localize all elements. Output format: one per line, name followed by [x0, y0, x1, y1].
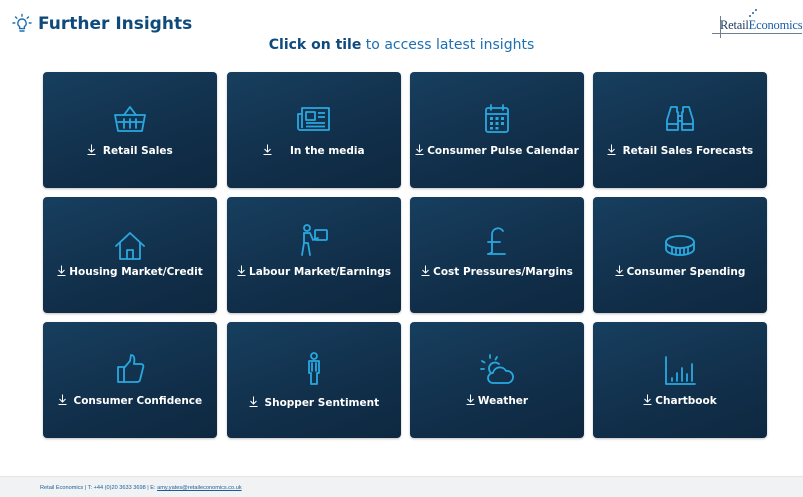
logo-text-part2: Economics — [748, 18, 803, 32]
download-icon — [421, 265, 430, 276]
tile-label: Consumer Spending — [593, 265, 767, 278]
thumbs-up-icon — [112, 352, 148, 386]
tile-consumer-spending[interactable]: Consumer Spending — [593, 197, 767, 313]
footer-text: Retail Economics | T: +44 (0)20 3633 369… — [40, 485, 158, 491]
page-subtitle: Click on tile to access latest insights — [0, 37, 803, 53]
tile-label: Consumer Confidence — [43, 394, 217, 407]
tile-retail-sales[interactable]: Retail Sales — [43, 72, 217, 188]
page-title: Further Insights — [38, 14, 193, 34]
download-icon — [57, 265, 66, 276]
tile-label: Weather — [410, 394, 584, 407]
coin-icon — [662, 229, 698, 263]
download-icon — [615, 265, 624, 276]
tile-label: Labour Market/Earnings — [227, 265, 401, 278]
tile-chartbook[interactable]: Chartbook — [593, 322, 767, 438]
tile-weather[interactable]: Weather — [410, 322, 584, 438]
tile-label: Chartbook — [593, 394, 767, 407]
binoculars-icon — [662, 102, 698, 136]
tile-consumer-confidence[interactable]: Consumer Confidence — [43, 322, 217, 438]
lightbulb-icon — [12, 13, 32, 35]
footer-email-link[interactable]: amy.yates@retaileconomics.co.uk — [157, 485, 242, 491]
calendar-icon — [479, 102, 515, 136]
subtitle-rest: to access latest insights — [361, 37, 535, 53]
retail-economics-logo: RetailEconomics — [712, 8, 803, 38]
download-icon — [237, 265, 246, 276]
footer-contact: Retail Economics | T: +44 (0)20 3633 369… — [40, 485, 242, 491]
tile-housing-market-credit[interactable]: Housing Market/Credit — [43, 197, 217, 313]
tile-label: Shopper Sentiment — [227, 396, 401, 409]
download-icon — [249, 396, 258, 407]
download-icon — [415, 144, 424, 155]
weather-icon — [479, 353, 515, 387]
tile-shopper-sentiment[interactable]: Shopper Sentiment — [227, 322, 401, 438]
tile-in-the-media[interactable]: In the media — [227, 72, 401, 188]
tile-label: Retail Sales — [43, 144, 217, 157]
tile-label: Consumer Pulse Calendar — [410, 144, 584, 157]
download-icon — [466, 394, 475, 405]
worker-icon — [296, 223, 332, 257]
page-header: Further Insights — [12, 12, 192, 36]
basket-icon — [112, 102, 148, 136]
download-icon — [643, 394, 652, 405]
subtitle-strong: Click on tile — [268, 37, 362, 53]
tile-label: Retail Sales Forecasts — [593, 144, 767, 157]
bar-chart-icon — [662, 354, 698, 388]
tile-labour-market-earnings[interactable]: Labour Market/Earnings — [227, 197, 401, 313]
footer: Retail Economics | T: +44 (0)20 3633 369… — [0, 476, 803, 497]
tile-consumer-pulse-calendar[interactable]: Consumer Pulse Calendar — [410, 72, 584, 188]
tile-label: Cost Pressures/Margins — [410, 265, 584, 278]
download-icon — [87, 144, 96, 155]
newspaper-icon — [296, 102, 332, 136]
tile-cost-pressures-margins[interactable]: Cost Pressures/Margins — [410, 197, 584, 313]
tile-retail-sales-forecasts[interactable]: Retail Sales Forecasts — [593, 72, 767, 188]
pound-icon — [479, 225, 515, 259]
tile-label: In the media — [227, 144, 401, 157]
logo-text-part1: Retail — [720, 18, 749, 32]
tile-label: Housing Market/Credit — [43, 265, 217, 278]
download-icon — [263, 144, 272, 155]
download-icon — [607, 144, 616, 155]
house-icon — [112, 229, 148, 263]
person-icon — [296, 352, 332, 386]
download-icon — [58, 394, 67, 405]
